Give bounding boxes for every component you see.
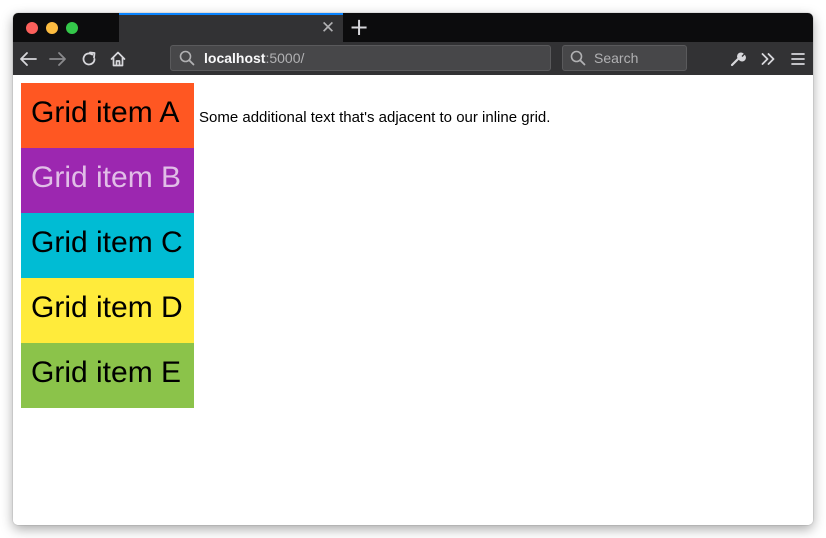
grid-item-a: Grid item A	[21, 83, 194, 148]
page-body: Grid item A Grid item B Grid item C Grid…	[13, 75, 813, 416]
tab-close-icon[interactable]: ✕	[319, 18, 337, 38]
main-menu-button[interactable]	[787, 48, 809, 70]
search-icon	[179, 50, 195, 66]
page-content: Grid item A Grid item B Grid item C Grid…	[13, 75, 813, 525]
home-button[interactable]	[107, 48, 129, 70]
chevron-double-right-icon	[761, 53, 775, 65]
reload-button[interactable]	[78, 48, 100, 70]
grid-item-b: Grid item B	[21, 148, 194, 213]
window-maximize-button[interactable]	[66, 22, 78, 34]
url-bar[interactable]: localhost:5000/	[170, 45, 551, 71]
title-bar: ✕ +	[13, 13, 813, 42]
wrench-icon	[730, 52, 746, 67]
browser-window: ✕ + localhost:5000/ Search Grid item A G…	[13, 13, 813, 525]
overflow-menu-button[interactable]	[757, 48, 779, 70]
window-minimize-button[interactable]	[46, 22, 58, 34]
url-host: localhost	[204, 50, 266, 66]
arrow-left-icon	[20, 52, 37, 66]
grid-item-c: Grid item C	[21, 213, 194, 278]
reload-icon	[82, 51, 96, 66]
inline-grid: Grid item A Grid item B Grid item C Grid…	[21, 83, 194, 408]
home-icon	[110, 51, 126, 67]
grid-item-e: Grid item E	[21, 343, 194, 408]
new-tab-button[interactable]: +	[347, 15, 371, 39]
tab-active[interactable]: ✕	[119, 13, 343, 42]
url-text[interactable]: localhost:5000/	[204, 50, 304, 67]
back-button[interactable]	[17, 48, 39, 70]
search-box[interactable]: Search	[562, 45, 687, 71]
hamburger-icon	[791, 53, 805, 65]
navigation-toolbar: localhost:5000/ Search	[13, 42, 813, 76]
forward-button[interactable]	[47, 48, 69, 70]
search-icon	[570, 50, 586, 66]
adjacent-text: Some additional text that's adjacent to …	[199, 109, 551, 126]
search-placeholder: Search	[594, 50, 639, 66]
window-close-button[interactable]	[26, 22, 38, 34]
developer-tools-button[interactable]	[727, 48, 749, 70]
url-path: :5000/	[265, 50, 305, 66]
arrow-right-icon	[49, 52, 66, 66]
grid-item-d: Grid item D	[21, 278, 194, 343]
